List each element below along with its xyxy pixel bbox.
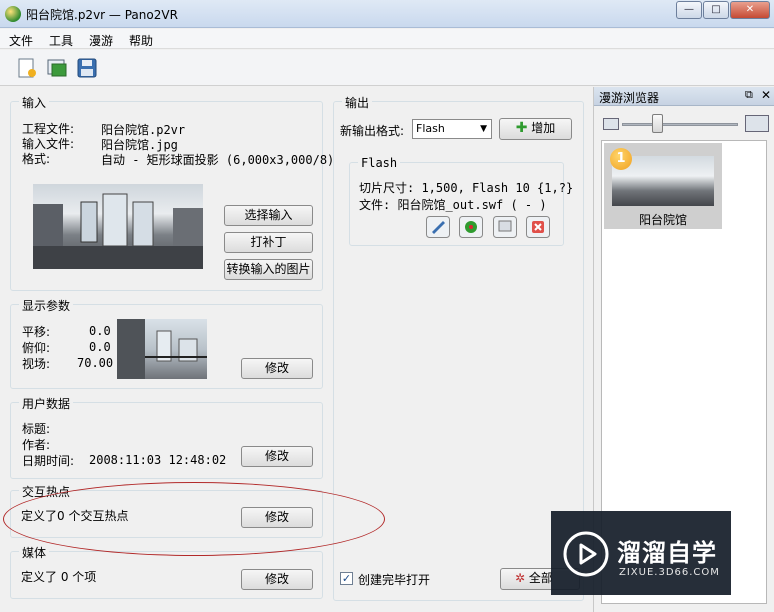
output-file-text: 文件: 阳台院馆_out.swf ( - ) — [359, 198, 547, 212]
minimize-button[interactable]: — — [676, 1, 702, 19]
build-all-label: 全部 — [528, 571, 553, 585]
select-input-button[interactable]: 选择输入 — [224, 205, 313, 226]
add-output-label: 增加 — [531, 121, 556, 135]
add-output-button[interactable]: ✚ 增加 — [499, 118, 572, 140]
menu-file[interactable]: 文件 — [9, 32, 33, 49]
window-title: 阳台院馆.p2vr — Pano2VR — [26, 8, 178, 22]
input-group: 输入 工程文件: 阳台院馆.p2vr 输入文件: 阳台院馆.jpg 格式: 自动… — [10, 94, 334, 291]
tilt-label: 俯仰: — [22, 341, 51, 355]
tour-node-tile[interactable]: 1 阳台院馆 — [604, 143, 722, 229]
display-params-group: 显示参数 平移: 0.0 俯仰: 0.0 视场: 70.00 修改 — [10, 297, 323, 389]
pan-label: 平移: — [22, 325, 51, 339]
output-title: 输出 — [342, 94, 373, 111]
media-title: 媒体 — [19, 544, 50, 561]
tile-size-text: 切片尺寸: 1,500, Flash 10 {1,?} — [359, 181, 574, 195]
panorama-thumbnail — [33, 184, 203, 269]
flash-output-box: Flash 切片尺寸: 1,500, Flash 10 {1,?} 文件: 阳台… — [349, 156, 573, 246]
chevron-down-icon: ▼ — [480, 124, 487, 134]
new-project-icon[interactable] — [16, 57, 38, 79]
user-data-modify-button[interactable]: 修改 — [241, 446, 313, 467]
watermark-url: ZIXUE.3D66.COM — [619, 567, 720, 578]
plus-icon: ✚ — [515, 120, 528, 136]
maximize-button[interactable]: □ — [703, 1, 729, 19]
open-after-create-label: 创建完毕打开 — [358, 573, 431, 587]
media-modify-button[interactable]: 修改 — [241, 569, 313, 590]
build-gear-icon[interactable] — [459, 216, 483, 238]
node-number-badge: 1 — [610, 148, 632, 170]
large-thumbnail-icon — [745, 115, 769, 132]
zoom-slider-track[interactable] — [622, 123, 738, 126]
open-project-icon[interactable] — [46, 57, 68, 79]
display-modify-button[interactable]: 修改 — [241, 358, 313, 379]
tour-node-label: 阳台院馆 — [639, 213, 688, 227]
open-after-create-checkbox[interactable]: ✓ — [340, 572, 353, 585]
save-icon[interactable] — [76, 57, 98, 79]
annotation-ellipse — [3, 482, 385, 556]
tour-browser-title: 漫游浏览器 — [599, 91, 660, 105]
tour-browser-header: 漫游浏览器 ⧉ ✕ — [594, 87, 774, 106]
watermark-overlay: 溜溜自学 ZIXUE.3D66.COM — [551, 511, 731, 595]
format-value: 自动 - 矩形球面投影 (6,000x3,000/8) — [101, 153, 335, 167]
output-format-select[interactable]: Flash ▼ — [412, 119, 492, 139]
zoom-slider-thumb[interactable] — [651, 114, 663, 133]
patch-button[interactable]: 打补丁 — [224, 232, 313, 253]
datetime-label: 日期时间: — [22, 454, 75, 468]
view-thumbnail — [117, 319, 207, 379]
input-group-title: 输入 — [19, 94, 50, 111]
title-bar: 阳台院馆.p2vr — Pano2VR — □ ✕ — [0, 0, 774, 28]
pan-value: 0.0 — [89, 324, 111, 338]
user-data-group: 用户数据 标题: 作者: 日期时间: 2008:11:03 12:48:02 修… — [10, 395, 323, 479]
menu-help[interactable]: 帮助 — [129, 32, 153, 49]
fov-label: 视场: — [22, 357, 51, 371]
close-button[interactable]: ✕ — [730, 1, 770, 19]
float-panel-icon[interactable]: ⧉ — [745, 88, 753, 102]
title-label: 标题: — [22, 422, 51, 436]
pano2vr-app-icon — [5, 6, 21, 22]
toolbar — [0, 50, 774, 86]
new-output-format-label: 新输出格式: — [340, 124, 405, 138]
watermark-play-logo — [563, 531, 609, 577]
media-group: 媒体 定义了 0 个项 修改 — [10, 544, 323, 599]
format-label: 格式: — [22, 152, 51, 166]
convert-input-button[interactable]: 转换输入的图片 — [224, 259, 313, 280]
watermark-title: 溜溜自学 — [617, 539, 717, 567]
menu-tour[interactable]: 漫游 — [89, 32, 113, 49]
delete-icon[interactable] — [526, 216, 550, 238]
author-label: 作者: — [22, 438, 51, 452]
menu-tools[interactable]: 工具 — [49, 32, 73, 49]
media-count-text: 定义了 0 个项 — [21, 570, 97, 584]
fov-value: 70.00 — [77, 356, 114, 370]
small-thumbnail-icon — [603, 118, 619, 130]
datetime-value: 2008:11:03 12:48:02 — [89, 453, 227, 467]
display-params-title: 显示参数 — [19, 297, 74, 314]
settings-wrench-icon[interactable] — [426, 216, 450, 238]
build-gear-icon: ✲ — [515, 571, 526, 585]
output-format-value: Flash — [416, 122, 445, 135]
close-panel-icon[interactable]: ✕ — [761, 88, 771, 102]
flash-box-title: Flash — [358, 156, 401, 170]
tilt-value: 0.0 — [89, 340, 111, 354]
menu-bar: 文件 工具 漫游 帮助 — [0, 29, 774, 49]
preview-icon[interactable] — [493, 216, 517, 238]
user-data-title: 用户数据 — [19, 395, 74, 412]
